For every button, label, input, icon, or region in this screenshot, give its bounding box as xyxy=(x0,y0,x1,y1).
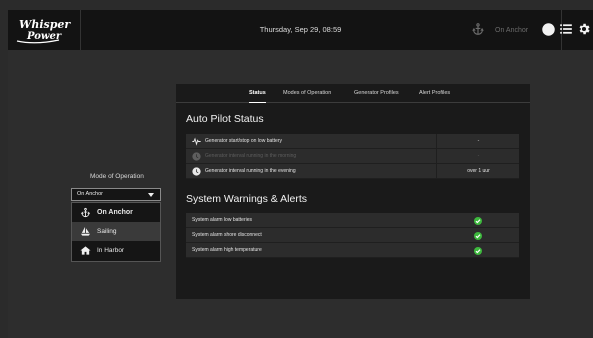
row-label: System alarm low batteries xyxy=(192,217,253,223)
check-circle-icon xyxy=(474,246,482,255)
mode-of-operation-label: Mode of Operation xyxy=(90,173,144,180)
check-circle-icon xyxy=(474,216,482,225)
row-value: over 1 uur xyxy=(436,164,520,178)
waveform-icon xyxy=(192,137,201,146)
table-row: System alarm high temperature xyxy=(186,243,519,258)
clock-icon xyxy=(192,152,201,161)
autopilot-status-table: Generator start/stop on low battery - Ge… xyxy=(186,134,519,179)
mode-select-value: On Anchor xyxy=(77,191,103,197)
mode-option-label: Sailing xyxy=(97,228,117,235)
row-label: System alarm shore disconnect xyxy=(192,232,262,238)
table-row: Generator interval running in the mornin… xyxy=(186,149,519,164)
mode-option-on-anchor[interactable]: On Anchor xyxy=(72,203,160,222)
house-icon xyxy=(80,245,91,256)
system-warnings-table: System alarm low batteries System alarm … xyxy=(186,213,519,258)
top-bar: Whisper Power Thursday, Sep 29, 08:59 On… xyxy=(8,10,593,50)
contrast-icon[interactable] xyxy=(541,22,557,38)
mode-option-label: On Anchor xyxy=(97,209,133,216)
row-label: Generator interval running in the evenin… xyxy=(205,168,296,174)
anchor-icon xyxy=(80,207,91,218)
row-label: Generator interval running in the mornin… xyxy=(205,153,297,159)
mode-option-sailing[interactable]: Sailing xyxy=(72,222,160,241)
mode-dropdown-menu: On Anchor Sailing In Harbor xyxy=(71,202,161,262)
row-value: - xyxy=(436,134,520,148)
table-row: System alarm shore disconnect xyxy=(186,228,519,243)
list-icon[interactable] xyxy=(559,22,575,38)
anchor-icon xyxy=(471,22,485,38)
system-warnings-title: System Warnings & Alerts xyxy=(186,193,307,205)
row-label: Generator start/stop on low battery xyxy=(205,138,282,144)
table-row: Generator interval running in the evenin… xyxy=(186,164,519,179)
autopilot-status-title: Auto Pilot Status xyxy=(186,113,264,125)
status-panel: Status Modes of Operation Generator Prof… xyxy=(176,84,530,299)
tab-status[interactable]: Status xyxy=(249,84,266,103)
table-row: Generator start/stop on low battery - xyxy=(186,134,519,149)
gear-icon[interactable] xyxy=(577,22,593,38)
anchor-status-label: On Anchor xyxy=(495,26,529,34)
mode-select[interactable]: On Anchor xyxy=(71,188,161,201)
clock-icon xyxy=(192,167,201,176)
table-row: System alarm low batteries xyxy=(186,213,519,228)
tab-bar: Status Modes of Operation Generator Prof… xyxy=(176,84,530,103)
tab-generator-profiles[interactable]: Generator Profiles xyxy=(354,84,399,102)
chevron-down-icon xyxy=(148,193,154,197)
tab-modes-of-operation[interactable]: Modes of Operation xyxy=(283,84,331,102)
row-label: System alarm high temperature xyxy=(192,247,262,253)
mode-option-label: In Harbor xyxy=(97,247,125,254)
sailboat-icon xyxy=(80,226,91,237)
mode-option-in-harbor[interactable]: In Harbor xyxy=(72,241,160,260)
check-circle-icon xyxy=(474,231,482,240)
tab-alert-profiles[interactable]: Alert Profiles xyxy=(419,84,450,102)
row-value: - xyxy=(436,149,520,163)
